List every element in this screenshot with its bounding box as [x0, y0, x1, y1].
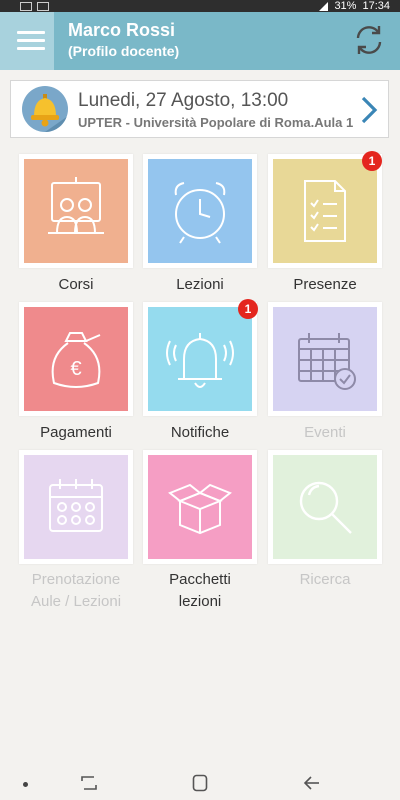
tile-label-line: Prenotazione: [31, 571, 121, 588]
pagamenti-tile-background: €: [24, 307, 128, 411]
tile-label: Ricerca: [299, 571, 351, 588]
signal-icon: [319, 1, 329, 11]
tile-label: Eventi: [304, 424, 346, 441]
checklist-icon: [304, 180, 346, 242]
pacchetti-tile-background: [148, 455, 252, 559]
status-bar: 31% 17:34: [0, 0, 400, 12]
tile-lezioni[interactable]: [143, 154, 257, 268]
hamburger-line: [17, 39, 45, 42]
tile-label-line: lezioni: [178, 593, 222, 610]
system-nav-bar: [0, 765, 400, 800]
notifiche-tile-background: [148, 307, 252, 411]
tile-ricerca: [268, 450, 382, 564]
calendar-grid-icon: [49, 479, 103, 532]
user-name: Marco Rossi: [68, 20, 176, 40]
notification-icons: [20, 0, 49, 11]
money-bag-icon: €: [51, 332, 101, 388]
tile-label: Prenotazione Aule / Lezioni: [11, 569, 141, 613]
presenze-badge: 1: [362, 151, 382, 171]
recent-apps-icon[interactable]: [80, 775, 98, 791]
next-event-card[interactable]: Lunedi, 27 Agosto, 13:00 UPTER - Univers…: [10, 80, 389, 138]
teachers-board-icon: [48, 177, 104, 234]
app-header: Marco Rossi (Profilo docente): [0, 12, 400, 70]
sync-icon[interactable]: [352, 23, 386, 57]
user-profile: (Profilo docente): [68, 43, 180, 59]
hamburger-line: [17, 31, 45, 34]
tile-pagamenti[interactable]: €: [19, 302, 133, 416]
euro-sign: €: [70, 358, 81, 380]
tile-prenotazione: [19, 450, 133, 564]
lezioni-tile-background: [148, 159, 252, 263]
tile-notifiche[interactable]: [143, 302, 257, 416]
ricerca-tile-background: [273, 455, 377, 559]
presenze-tile-background: [273, 159, 377, 263]
notifiche-badge: 1: [238, 299, 258, 319]
calendar-check-icon: [298, 333, 356, 390]
tile-eventi: [268, 302, 382, 416]
status-right: 31% 17:34: [319, 0, 390, 12]
bell-icon: [166, 333, 234, 388]
tile-label: Lezioni: [176, 276, 224, 293]
menu-button[interactable]: [0, 12, 54, 70]
tile-presenze[interactable]: [268, 154, 382, 268]
event-place: UPTER - Università Popolare di Roma.Aula…: [78, 115, 354, 130]
tile-label-line: Aule / Lezioni: [30, 593, 122, 610]
nav-dot: [23, 782, 28, 787]
tile-label: Pagamenti: [40, 424, 112, 441]
home-icon[interactable]: [192, 774, 208, 792]
tile-label: Corsi: [58, 276, 94, 293]
tile-pacchetti[interactable]: [143, 450, 257, 564]
chevron-right-icon[interactable]: [358, 95, 380, 125]
tile-label: Pacchetti lezioni: [135, 569, 265, 613]
back-icon[interactable]: [303, 775, 321, 791]
tile-corsi[interactable]: [19, 154, 133, 268]
corsi-tile-background: [24, 159, 128, 263]
event-bell-icon: [22, 86, 68, 132]
eventi-tile-background: [273, 307, 377, 411]
battery-level: 31%: [334, 0, 357, 12]
tile-label: Presenze: [293, 276, 357, 293]
tile-label: Notifiche: [170, 424, 230, 441]
magnifier-icon: [299, 481, 352, 534]
event-date: Lunedi, 27 Agosto, 13:00: [78, 90, 289, 111]
open-box-icon: [168, 483, 232, 535]
hamburger-line: [17, 47, 45, 50]
clock: 17:34: [362, 0, 390, 12]
alarm-clock-icon: [174, 182, 226, 244]
tile-label-line: Pacchetti: [169, 571, 231, 588]
prenotazione-tile-background: [24, 455, 128, 559]
